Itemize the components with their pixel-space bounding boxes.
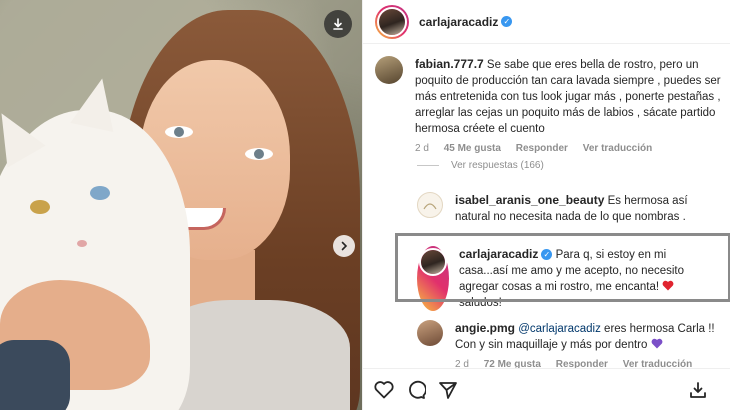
author-avatar[interactable]: [375, 4, 409, 39]
highlight-box: [395, 233, 730, 302]
purple-heart-icon: [651, 338, 663, 349]
comment-meta: 2 d 45 Me gusta Responder Ver traducción: [415, 141, 725, 157]
author-username[interactable]: carlajaracadiz: [419, 15, 498, 29]
comment-isabel: isabel_aranis_one_beauty Es hermosa así …: [417, 192, 717, 225]
commenter-avatar[interactable]: [417, 192, 443, 218]
comment-mention[interactable]: @carlajaracadiz: [518, 323, 601, 335]
replies-divider: [417, 165, 439, 166]
comments-panel: carlajaracadiz ✓ fabian.777.7 Se sabe qu…: [362, 0, 730, 410]
view-replies-label: Ver respuestas (166): [451, 160, 544, 171]
photo-sleeve: [0, 340, 70, 410]
photo-eye-right: [245, 148, 273, 160]
post-photo[interactable]: [0, 0, 362, 410]
comment-username[interactable]: angie.pmg: [455, 321, 515, 335]
photo-cat-eye-blue: [90, 186, 110, 200]
action-bar: [363, 368, 730, 410]
comment-username[interactable]: isabel_aranis_one_beauty: [455, 193, 604, 207]
verified-badge-icon: ✓: [501, 16, 513, 27]
comment-time: 2 d: [415, 143, 429, 154]
translate-button[interactable]: Ver traducción: [583, 143, 652, 154]
comment-likes[interactable]: 45 Me gusta: [444, 143, 501, 154]
photo-cat-eye-yellow: [30, 200, 50, 214]
share-icon[interactable]: [437, 379, 459, 401]
comment-angie: angie.pmg @carlajaracadiz eres hermosa C…: [417, 320, 717, 373]
heart-icon[interactable]: [373, 379, 395, 401]
commenter-avatar[interactable]: [417, 320, 443, 346]
save-icon[interactable]: [687, 379, 709, 401]
commenter-avatar[interactable]: [375, 56, 403, 84]
download-icon[interactable]: [324, 10, 352, 38]
view-replies-button[interactable]: Ver respuestas (166): [417, 160, 544, 171]
photo-cat-nose: [77, 240, 87, 247]
comment-username[interactable]: fabian.777.7: [415, 57, 484, 71]
reply-button[interactable]: Responder: [516, 143, 568, 154]
comment-fabian: fabian.777.7 Se sabe que eres bella de r…: [375, 56, 725, 157]
chevron-right-icon[interactable]: [333, 235, 355, 257]
post-header: carlajaracadiz ✓: [363, 0, 730, 44]
comment-icon[interactable]: [405, 379, 427, 401]
photo-eye-left: [165, 126, 193, 138]
